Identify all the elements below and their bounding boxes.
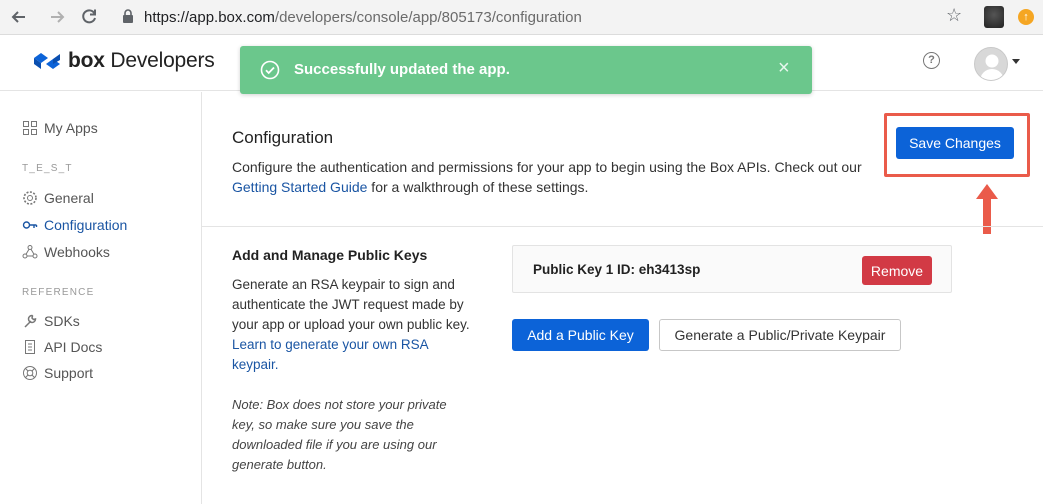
remove-key-button[interactable]: Remove bbox=[862, 256, 932, 285]
learn-rsa-link[interactable]: Learn to generate your own RSA keypair. bbox=[232, 337, 428, 372]
bookmark-star-icon[interactable]: ☆ bbox=[946, 5, 962, 26]
public-key-id: Public Key 1 ID: eh3413sp bbox=[533, 262, 701, 277]
sidebar-item-label: SDKs bbox=[44, 313, 80, 329]
sidebar-item-webhooks[interactable]: Webhooks bbox=[22, 244, 110, 260]
apps-grid-icon bbox=[23, 121, 37, 135]
sidebar-item-sdks[interactable]: SDKs bbox=[22, 313, 80, 329]
url-text: https://app.box.com/developers/console/a… bbox=[144, 9, 582, 26]
gear-icon bbox=[23, 191, 37, 205]
back-arrow-icon[interactable] bbox=[8, 6, 30, 28]
configuration-description: Configure the authentication and permiss… bbox=[232, 159, 862, 195]
public-keys-title: Add and Manage Public Keys bbox=[232, 247, 428, 263]
save-changes-button[interactable]: Save Changes bbox=[896, 127, 1014, 159]
webhook-icon bbox=[22, 245, 38, 259]
sidebar-item-label: Support bbox=[44, 365, 94, 381]
lifebuoy-icon bbox=[23, 366, 37, 380]
sidebar bbox=[0, 92, 202, 504]
sidebar-section-test: T_E_S_T bbox=[22, 163, 73, 174]
public-keys-note: Note: Box does not store your private ke… bbox=[232, 397, 447, 472]
update-icon[interactable]: ↑ bbox=[1018, 9, 1034, 25]
public-key-card: Public Key 1 ID: eh3413sp Remove bbox=[512, 245, 952, 293]
sidebar-item-label: Configuration bbox=[44, 217, 128, 233]
forward-arrow-icon[interactable] bbox=[46, 6, 68, 28]
box-developers-logo[interactable]: box Developers bbox=[32, 49, 215, 73]
add-public-key-button[interactable]: Add a Public Key bbox=[512, 319, 649, 351]
reload-icon[interactable] bbox=[78, 6, 100, 28]
avatar[interactable] bbox=[974, 47, 1008, 81]
address-bar[interactable]: https://app.box.com/developers/console/a… bbox=[110, 4, 970, 31]
sidebar-section-reference: REFERENCE bbox=[22, 287, 95, 298]
extension-avatar-icon[interactable] bbox=[984, 6, 1004, 28]
user-silhouette-icon bbox=[980, 54, 1004, 80]
sidebar-item-my-apps[interactable]: My Apps bbox=[22, 120, 98, 136]
help-icon[interactable]: ? bbox=[923, 52, 940, 69]
public-keys-description: Generate an RSA keypair to sign and auth… bbox=[232, 277, 470, 372]
page-title: Configuration bbox=[232, 128, 334, 147]
sidebar-item-support[interactable]: Support bbox=[22, 365, 93, 381]
app-header: box Developers Successfully updated the … bbox=[0, 35, 1043, 94]
generate-keypair-button[interactable]: Generate a Public/Private Keypair bbox=[659, 319, 901, 351]
arrow-up-icon bbox=[976, 184, 998, 234]
success-toast: Successfully updated the app. × bbox=[240, 46, 812, 94]
chevron-down-icon[interactable] bbox=[1012, 59, 1020, 64]
sidebar-item-label: Webhooks bbox=[44, 244, 110, 260]
wrench-icon bbox=[24, 314, 37, 328]
sidebar-item-label: General bbox=[44, 190, 94, 206]
sidebar-item-configuration[interactable]: Configuration bbox=[22, 217, 127, 233]
check-circle-icon bbox=[260, 60, 280, 80]
sidebar-item-label: API Docs bbox=[44, 339, 103, 355]
document-icon bbox=[25, 340, 35, 354]
getting-started-link[interactable]: Getting Started Guide bbox=[232, 179, 367, 195]
box-logo-icon bbox=[34, 53, 60, 69]
toast-message: Successfully updated the app. bbox=[294, 61, 510, 78]
sidebar-item-api-docs[interactable]: API Docs bbox=[22, 339, 102, 355]
sidebar-item-label: My Apps bbox=[44, 120, 98, 136]
section-divider bbox=[202, 226, 1043, 227]
sidebar-item-general[interactable]: General bbox=[22, 190, 94, 206]
key-icon bbox=[22, 221, 38, 229]
browser-toolbar: https://app.box.com/developers/console/a… bbox=[0, 0, 1043, 35]
close-icon[interactable]: × bbox=[778, 57, 790, 80]
lock-icon bbox=[123, 9, 133, 23]
